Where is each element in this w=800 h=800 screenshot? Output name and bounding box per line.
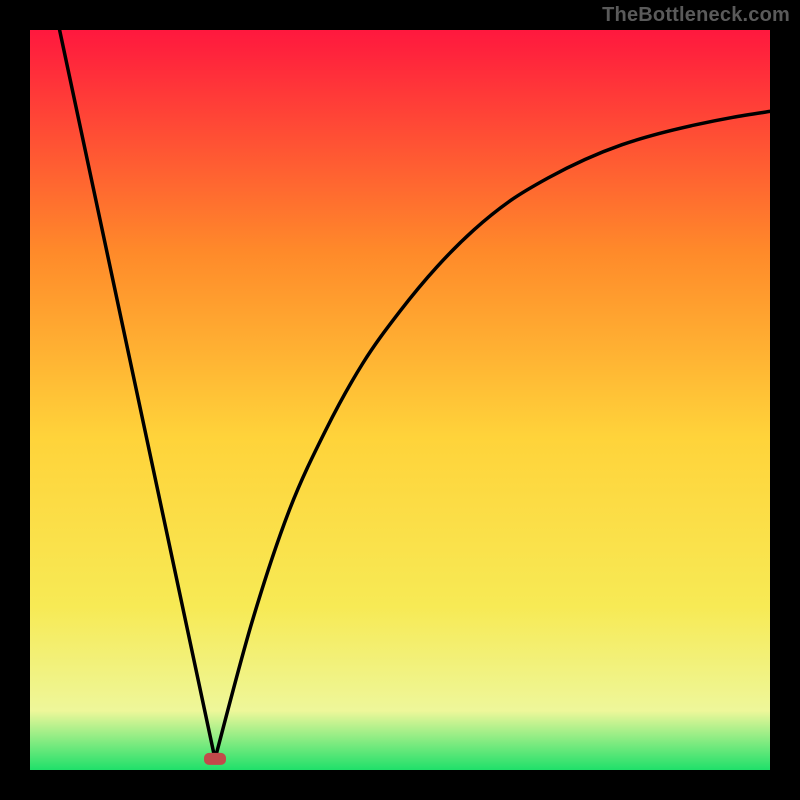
- plot-svg: [30, 30, 770, 770]
- plot-area: [30, 30, 770, 770]
- watermark-text: TheBottleneck.com: [602, 4, 790, 27]
- vertex-marker: [204, 753, 226, 765]
- chart-stage: TheBottleneck.com: [0, 0, 800, 800]
- gradient-background: [30, 30, 770, 770]
